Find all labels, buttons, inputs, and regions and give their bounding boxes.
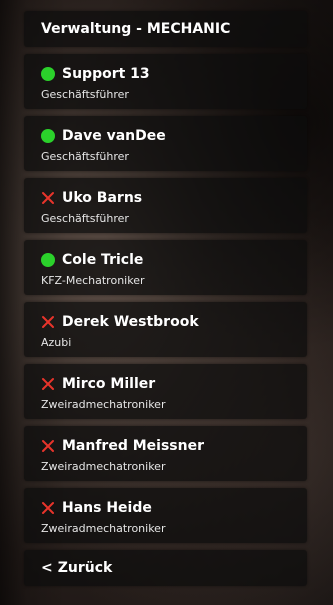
employee-entry[interactable]: Derek Westbrook Azubi	[24, 302, 307, 357]
online-status-icon	[41, 67, 55, 81]
employee-name: Support 13	[62, 66, 150, 82]
employee-name: Derek Westbrook	[62, 314, 199, 330]
menu-header: Verwaltung - MECHANIC	[24, 11, 307, 47]
offline-status-icon	[41, 315, 55, 329]
offline-status-icon	[41, 377, 55, 391]
employee-role: Geschäftsführer	[41, 88, 129, 101]
employee-entry[interactable]: Cole Tricle KFZ-Mechatroniker	[24, 240, 307, 295]
employee-name-row: Manfred Meissner	[41, 437, 307, 455]
employee-entry[interactable]: Hans Heide Zweiradmechatroniker	[24, 488, 307, 543]
online-status-icon	[41, 129, 55, 143]
employee-role: Azubi	[41, 336, 72, 349]
employee-list: Support 13 Geschäftsführer Dave vanDee Gesc…	[24, 54, 307, 543]
offline-status-icon	[41, 191, 55, 205]
chevron-left-icon: <	[41, 560, 53, 576]
employee-entry[interactable]: Dave vanDee Geschäftsführer	[24, 116, 307, 171]
employee-name-row: Derek Westbrook	[41, 313, 307, 331]
employee-role: Zweiradmechatroniker	[41, 398, 166, 411]
employee-role: Geschäftsführer	[41, 150, 129, 163]
employee-name-row: Mirco Miller	[41, 375, 307, 393]
offline-status-icon	[41, 501, 55, 515]
employee-name-row: Cole Tricle	[41, 251, 307, 269]
employee-entry[interactable]: Mirco Miller Zweiradmechatroniker	[24, 364, 307, 419]
employee-name: Dave vanDee	[62, 128, 166, 144]
back-label: Zurück	[57, 560, 113, 576]
employee-role: Zweiradmechatroniker	[41, 522, 166, 535]
employee-role: KFZ-Mechatroniker	[41, 274, 145, 287]
employee-name: Mirco Miller	[62, 376, 156, 392]
offline-status-icon	[41, 439, 55, 453]
employee-name: Hans Heide	[62, 500, 152, 516]
employee-name-row: Uko Barns	[41, 189, 307, 207]
menu-title: Verwaltung - MECHANIC	[41, 21, 231, 37]
employee-entry[interactable]: Support 13 Geschäftsführer	[24, 54, 307, 109]
employee-name: Cole Tricle	[62, 252, 144, 268]
employee-entry[interactable]: Manfred Meissner Zweiradmechatroniker	[24, 426, 307, 481]
back-button[interactable]: < Zurück	[24, 550, 307, 586]
employee-name-row: Dave vanDee	[41, 127, 307, 145]
employee-name-row: Support 13	[41, 65, 307, 83]
employee-name-row: Hans Heide	[41, 499, 307, 517]
online-status-icon	[41, 253, 55, 267]
employee-name: Manfred Meissner	[62, 438, 204, 454]
employee-entry[interactable]: Uko Barns Geschäftsführer	[24, 178, 307, 233]
employee-role: Zweiradmechatroniker	[41, 460, 166, 473]
employee-name: Uko Barns	[62, 190, 143, 206]
employee-menu: Verwaltung - MECHANIC Support 13 Geschäft…	[24, 11, 307, 586]
employee-role: Geschäftsführer	[41, 212, 129, 225]
